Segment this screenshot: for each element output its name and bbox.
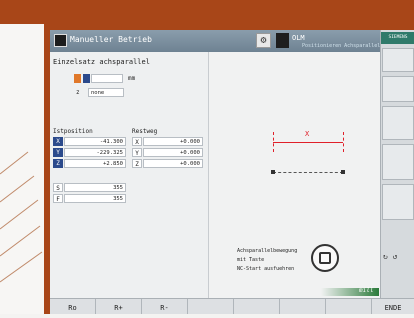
row2-label: z	[76, 89, 80, 96]
vsoftkey-1[interactable]	[382, 48, 414, 72]
mode-icon	[276, 33, 289, 48]
input-pane: Einzelsatz achsparallel mm z none Istpos…	[50, 52, 208, 298]
spindle-label: S	[53, 183, 63, 192]
rest-z-label: Z	[132, 159, 142, 168]
feed-unit: mm	[128, 75, 136, 82]
hint-line-1: Achsparallelbewegung	[237, 248, 298, 254]
actual-position-header: Istposition	[53, 128, 93, 135]
vsoftkey-5[interactable]	[382, 184, 414, 220]
vertical-softkey-bar: SIEMENS ↻ ↺	[380, 30, 414, 298]
softkey-4[interactable]	[188, 301, 233, 314]
rest-z-value: +0.000	[143, 159, 203, 168]
vsoftkey-2[interactable]	[382, 76, 414, 102]
softkey-r-minus[interactable]: R-	[142, 301, 187, 314]
vsoftkey-tool[interactable]	[382, 144, 414, 180]
rest-x-value: +0.000	[143, 137, 203, 146]
feed-input[interactable]	[91, 74, 123, 83]
spindle-value: 355	[64, 183, 126, 192]
axis-z-label: Z	[53, 159, 63, 168]
x-axis-marker: X	[305, 130, 310, 138]
mode-label: OLM	[292, 34, 305, 42]
feedrate-label: F	[53, 194, 63, 203]
distance-to-go-header: Restweg	[132, 128, 158, 135]
horizontal-softkey-bar: Ro R+ R- ENDE	[50, 298, 414, 314]
page-margin	[0, 24, 44, 314]
softkey-6[interactable]	[280, 301, 325, 314]
reference-point-right	[341, 170, 345, 174]
manual-mode-icon	[54, 34, 67, 47]
cycle-icons[interactable]: ↻ ↺	[383, 252, 397, 261]
softkey-ende[interactable]: ENDE	[372, 301, 414, 314]
vsoftkey-3[interactable]	[382, 106, 414, 140]
softkey-5[interactable]	[234, 301, 279, 314]
reference-point-left	[271, 170, 275, 174]
softkey-7[interactable]	[326, 301, 371, 314]
device-top-frame	[0, 0, 414, 24]
hint-line-3: NC-Start ausfuehren	[237, 266, 295, 272]
softkey-ro[interactable]: Ro	[50, 301, 95, 314]
panel-heading: Einzelsatz achsparallel	[53, 58, 150, 66]
blue-indicator	[83, 74, 90, 83]
mill-label: mill	[359, 287, 374, 294]
actual-y-value: -229.325	[64, 148, 126, 157]
decorative-lines	[0, 151, 43, 283]
mode-subtitle: Positionieren Achsparallel	[302, 43, 381, 49]
title-bar: Manueller Betrieb ⚙ OLM Positionieren Ac…	[50, 30, 380, 52]
axis-x-label: X	[53, 137, 63, 146]
softkey-r-plus[interactable]: R+	[96, 301, 141, 314]
row2-input[interactable]: none	[88, 88, 124, 97]
x-bracket-right	[343, 132, 344, 152]
hint-line-2: mit Taste	[237, 257, 265, 263]
graphic-pane: X Achsparallelbewegung mit Taste NC-Star…	[208, 52, 380, 298]
x-dimension-line	[273, 142, 343, 143]
orange-indicator	[74, 74, 81, 83]
hmi-screen: Manueller Betrieb ⚙ OLM Positionieren Ac…	[50, 30, 414, 314]
reference-line	[273, 172, 343, 173]
rest-y-value: +0.000	[143, 148, 203, 157]
rest-x-label: X	[132, 137, 142, 146]
actual-x-value: -41.300	[64, 137, 126, 146]
actual-z-value: +2.850	[64, 159, 126, 168]
rest-y-label: Y	[132, 148, 142, 157]
window-title: Manueller Betrieb	[70, 35, 152, 44]
nc-start-icon	[311, 244, 339, 272]
brand-label: SIEMENS	[381, 32, 414, 44]
tool-icon[interactable]: ⚙	[256, 33, 271, 48]
axis-y-label: Y	[53, 148, 63, 157]
feedrate-value: 355	[64, 194, 126, 203]
